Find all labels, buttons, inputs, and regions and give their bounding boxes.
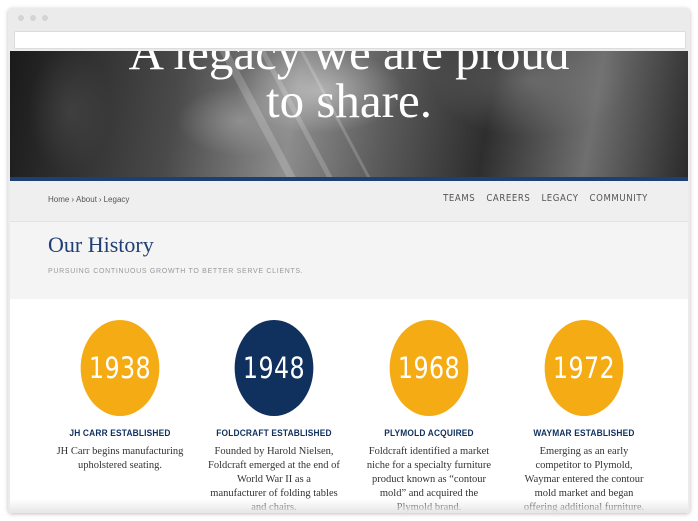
sub-navigation-bar: Home › About › Legacy TEAMS CAREERS LEGACY C… xyxy=(10,181,688,222)
minimize-window-dot[interactable] xyxy=(30,15,36,21)
year-badge: 1948 xyxy=(234,320,314,416)
hero-title-line2: to share. xyxy=(266,73,432,128)
timeline-item-1968: 1968 PLYMOLD ACQUIRED Foldcraft identifi… xyxy=(359,320,499,513)
nav-link-legacy[interactable]: LEGACY xyxy=(541,193,578,204)
section-nav: TEAMS CAREERS LEGACY COMMUNITY xyxy=(443,193,648,204)
hero-banner: A legacy we are proud to share. xyxy=(10,51,688,177)
scroll-fade xyxy=(10,499,688,513)
timeline-item-title: JH CARR ESTABLISHED xyxy=(69,428,171,439)
breadcrumb: Home › About › Legacy xyxy=(48,195,129,204)
year-badge: 1938 xyxy=(80,320,160,416)
nav-link-community[interactable]: COMMUNITY xyxy=(590,193,648,204)
year-badge: 1972 xyxy=(544,320,624,416)
browser-window: A legacy we are proud to share. Home › Abo… xyxy=(8,8,690,513)
timeline-item-description: JH Carr begins manufacturing upholstered… xyxy=(56,446,184,471)
year-badge: 1968 xyxy=(389,320,469,416)
timeline-item-1972: 1972 WAYMAR ESTABLISHED Emerging as an e… xyxy=(514,320,654,513)
history-header: Our History PURSUING CONTINUOUS GROWTH T… xyxy=(10,222,688,299)
breadcrumb-home[interactable]: Home xyxy=(48,195,69,204)
page-viewport: A legacy we are proud to share. Home › Abo… xyxy=(10,51,688,513)
close-window-dot[interactable] xyxy=(18,15,24,21)
window-controls xyxy=(18,15,48,21)
timeline-item-title: PLYMOLD ACQUIRED xyxy=(384,428,474,439)
page-subtitle: PURSUING CONTINUOUS GROWTH TO BETTER SER… xyxy=(48,268,304,275)
page-title: Our History xyxy=(48,232,154,257)
breadcrumb-legacy: Legacy xyxy=(103,195,130,204)
timeline-item-title: FOLDCRAFT ESTABLISHED xyxy=(216,428,332,439)
timeline-item-title: WAYMAR ESTABLISHED xyxy=(533,428,635,439)
breadcrumb-separator: › xyxy=(98,195,102,204)
timeline-item-1938: 1938 JH CARR ESTABLISHED JH Carr begins … xyxy=(50,320,190,473)
history-timeline: 1938 JH CARR ESTABLISHED JH Carr begins … xyxy=(10,299,688,513)
breadcrumb-separator: › xyxy=(71,195,75,204)
address-bar[interactable] xyxy=(14,31,686,49)
maximize-window-dot[interactable] xyxy=(42,15,48,21)
nav-link-careers[interactable]: CAREERS xyxy=(486,193,530,204)
breadcrumb-about[interactable]: About xyxy=(76,195,97,204)
timeline-item-1948: 1948 FOLDCRAFT ESTABLISHED Founded by Ha… xyxy=(204,320,344,513)
nav-link-teams[interactable]: TEAMS xyxy=(443,193,475,204)
hero-title: A legacy we are proud to share. xyxy=(10,51,688,125)
